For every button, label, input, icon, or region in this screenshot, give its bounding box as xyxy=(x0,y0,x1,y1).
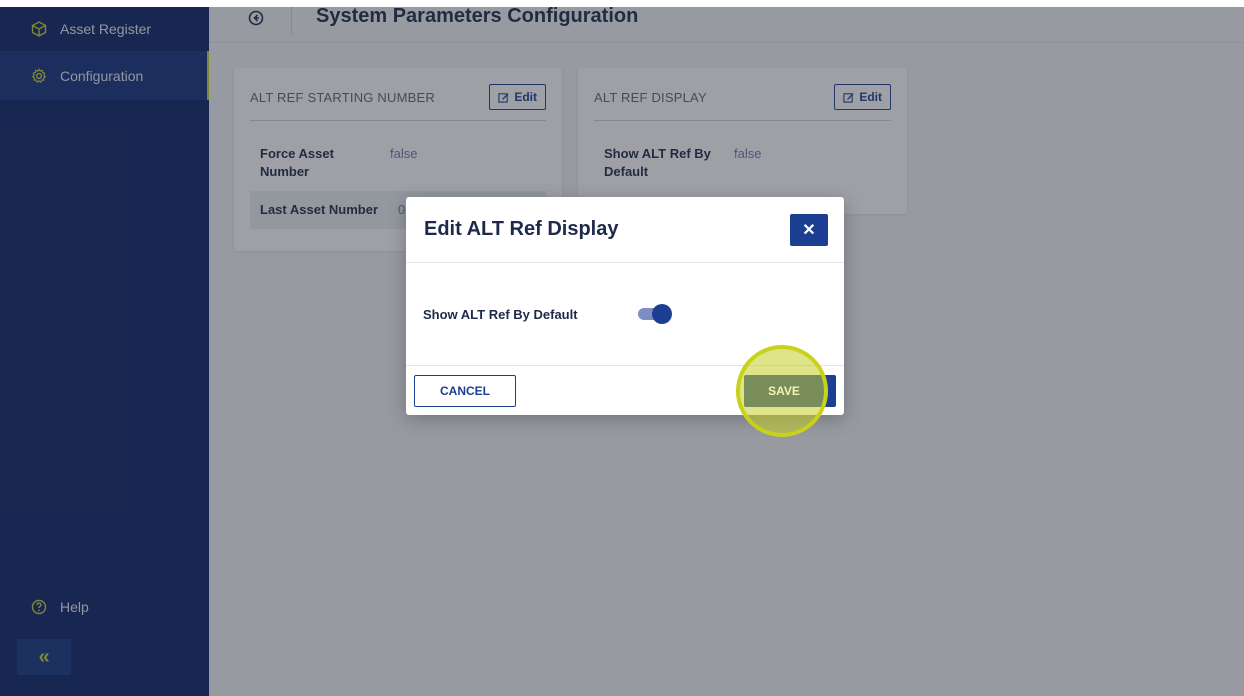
click-highlight xyxy=(736,345,828,437)
toggle-label: Show ALT Ref By Default xyxy=(423,306,578,322)
cancel-button[interactable]: CANCEL xyxy=(414,375,516,407)
show-alt-ref-toggle[interactable] xyxy=(638,304,672,324)
toggle-thumb xyxy=(652,304,672,324)
modal-header: Edit ALT Ref Display ✕ xyxy=(406,197,844,263)
modal-title: Edit ALT Ref Display xyxy=(424,218,619,240)
close-icon: ✕ xyxy=(802,221,816,239)
close-button[interactable]: ✕ xyxy=(790,213,828,246)
